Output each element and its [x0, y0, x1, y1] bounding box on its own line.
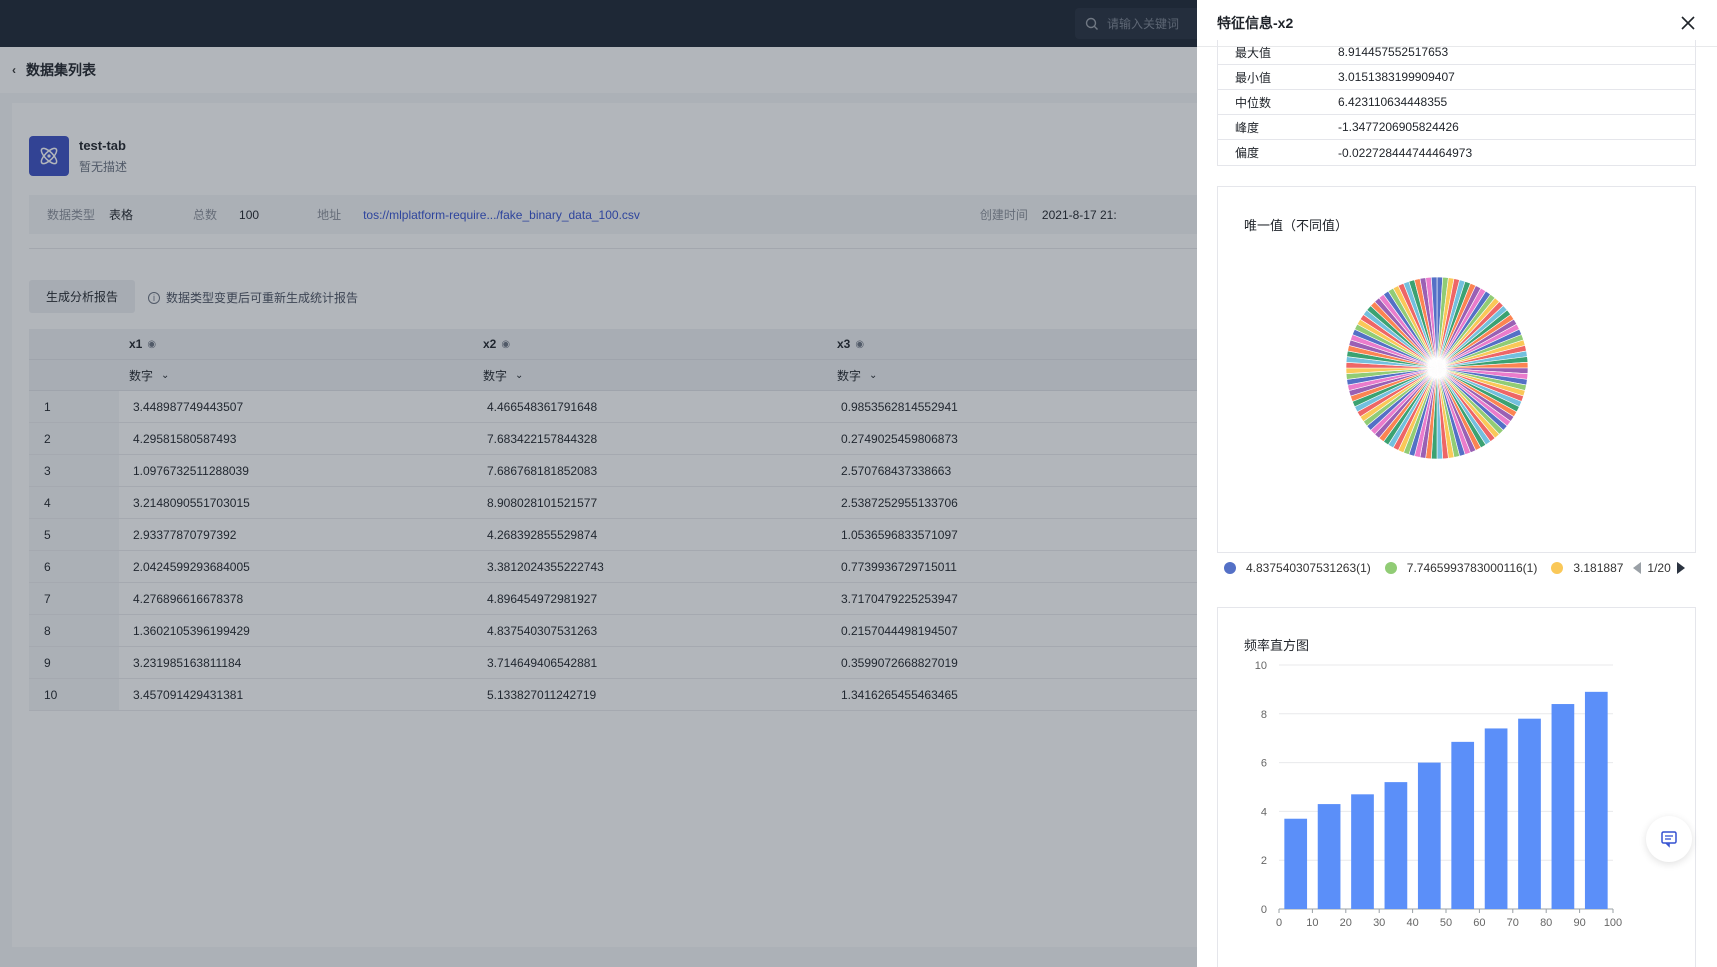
legend-dot: [1384, 562, 1397, 574]
histogram-bar[interactable]: [1351, 794, 1374, 909]
stat-key: 最小值: [1235, 70, 1272, 85]
x-tick-label: 0: [1276, 917, 1282, 929]
pie-card: 唯一值（不同值） 4.837540307531263(1) 7.74659937…: [1217, 186, 1696, 575]
stat-value: 3.0151383199909407: [1338, 70, 1455, 84]
close-icon[interactable]: [1679, 14, 1697, 32]
x-tick-label: 80: [1540, 917, 1552, 929]
histogram-bar[interactable]: [1417, 762, 1441, 909]
stat-key: 最大值: [1235, 45, 1272, 60]
x-tick-label: 70: [1507, 917, 1519, 929]
pie-legend: 4.837540307531263(1) 7.7465993783000116(…: [1224, 561, 1694, 575]
histogram-card: 频率直方图 0 2 4 6 8 10 0 10 20 30 40 50 60 70 80 90 100: [1217, 607, 1696, 967]
x-tick-label: 20: [1340, 917, 1352, 929]
histogram-bar[interactable]: [1384, 782, 1408, 909]
x-tick-label: 60: [1473, 917, 1485, 929]
x-tick-label: 100: [1604, 917, 1622, 929]
frequency-histogram: 02468100 10 20 30 40 50 60 70 80 90 100: [1255, 660, 1622, 929]
stat-row: 中位数 6.423110634448355: [1218, 90, 1695, 115]
legend-item[interactable]: 3.181887: [1551, 561, 1623, 575]
x-tick-label: 90: [1573, 917, 1585, 929]
stat-row: 偏度 -0.022728444744464973: [1218, 140, 1695, 165]
stat-value: -1.3477206905824426: [1338, 120, 1459, 134]
legend-item[interactable]: 4.837540307531263(1): [1224, 561, 1371, 575]
x-tick-label: 10: [1306, 917, 1318, 929]
next-page-icon[interactable]: [1676, 562, 1685, 574]
stat-value: 6.423110634448355: [1338, 95, 1448, 109]
histogram-bar[interactable]: [1451, 741, 1475, 909]
legend-item[interactable]: 7.7465993783000116(1): [1384, 561, 1537, 575]
modal-mask[interactable]: [0, 0, 1197, 967]
y-tick-label: 4: [1261, 806, 1267, 818]
legend-page-indicator: 1/20: [1647, 561, 1671, 575]
stat-key: 偏度: [1235, 146, 1260, 160]
x-tick-label: 50: [1440, 917, 1452, 929]
stat-row: 峰度 -1.3477206905824426: [1218, 115, 1695, 140]
x-tick-label: 40: [1406, 917, 1418, 929]
y-tick-label: 8: [1261, 709, 1267, 721]
stat-row: 最大值 8.914457552517653: [1218, 40, 1695, 65]
unique-values-pie: [1345, 276, 1529, 460]
prev-page-icon[interactable]: [1633, 562, 1642, 574]
y-tick-label: 6: [1261, 758, 1267, 770]
histogram-bar[interactable]: [1551, 704, 1575, 909]
y-tick-label: 10: [1255, 660, 1267, 672]
x-tick-label: 30: [1373, 917, 1385, 929]
y-tick-label: 2: [1261, 855, 1267, 867]
feature-drawer: 特征信息-x2 最大值 8.914457552517653 最小值 3.0151383…: [1197, 0, 1717, 967]
histogram-bar[interactable]: [1484, 728, 1508, 909]
feedback-button[interactable]: [1646, 816, 1692, 862]
histogram-bar[interactable]: [1518, 718, 1541, 909]
stat-key: 中位数: [1235, 95, 1272, 110]
drawer-title: 特征信息-x2: [1217, 15, 1294, 31]
histogram-bar[interactable]: [1317, 804, 1341, 909]
stat-value: 8.914457552517653: [1338, 45, 1449, 59]
stat-row: 最小值 3.0151383199909407: [1218, 65, 1695, 90]
stats-table: 最大值 8.914457552517653 最小值 3.015138319990940…: [1217, 40, 1696, 166]
legend-pager: 1/20: [1633, 561, 1685, 575]
legend-dot: [1551, 562, 1564, 574]
y-tick-label: 0: [1261, 904, 1267, 916]
stat-key: 峰度: [1235, 120, 1260, 135]
histogram-bar[interactable]: [1284, 818, 1308, 909]
legend-dot: [1224, 562, 1236, 574]
stat-value: -0.022728444744464973: [1338, 145, 1473, 160]
histogram-bar[interactable]: [1584, 691, 1608, 909]
message-icon: [1661, 831, 1677, 848]
